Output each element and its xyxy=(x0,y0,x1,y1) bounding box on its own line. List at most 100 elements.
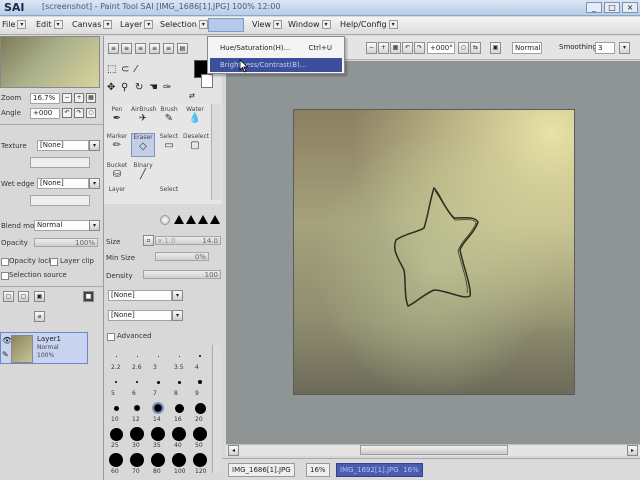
new-layer-button[interactable]: ▢ xyxy=(3,291,14,302)
menu-file[interactable]: File ▾ xyxy=(2,20,27,29)
rotate-left-button[interactable]: ↶ xyxy=(402,42,413,54)
clear-layer-button[interactable]: ⌀ xyxy=(34,311,45,322)
tool-hand-button[interactable]: ≡ xyxy=(108,43,119,54)
canvas-image[interactable] xyxy=(293,109,575,395)
nav-rotate-reset-button[interactable]: ○ xyxy=(86,108,96,118)
menu-item-hue-saturation[interactable]: Hue/Saturation(H)... Ctrl+U xyxy=(210,41,342,55)
swap-colors-icon[interactable]: ⇄ xyxy=(189,92,197,100)
brush-size-tip[interactable] xyxy=(177,380,181,384)
hand-icon[interactable]: ☚ xyxy=(149,82,158,93)
brush-size-tip[interactable] xyxy=(115,355,117,357)
brush-shape-triangle-icon[interactable] xyxy=(174,215,184,224)
tool-layer[interactable]: Layer xyxy=(105,186,129,210)
selection-source-checkbox[interactable] xyxy=(1,272,9,280)
angle-field[interactable]: +000° xyxy=(427,42,455,54)
size-slider[interactable]: x 1.0 14.0 xyxy=(155,236,221,245)
lasso-icon[interactable]: ⊂ xyxy=(121,64,129,75)
nav-zoom-in-button[interactable]: + xyxy=(74,93,84,103)
brush-size-tip[interactable] xyxy=(193,427,207,441)
wet-edge-select[interactable]: [None] xyxy=(37,178,89,189)
layer-clip-checkbox[interactable] xyxy=(50,258,58,266)
texture-dropdown-button[interactable]: ▾ xyxy=(89,140,100,151)
menu-filter[interactable]: Filter xyxy=(208,18,244,32)
brush-shape-dropdown-button[interactable]: ▾ xyxy=(172,310,183,321)
blend-mode-select[interactable]: Normal xyxy=(34,220,90,231)
brush-size-tip[interactable] xyxy=(193,453,207,467)
new-folder-button[interactable]: ▣ xyxy=(34,291,45,302)
tool-airbrush[interactable]: AirBrush ✈ xyxy=(131,106,157,130)
brush-texture-select[interactable]: [None] xyxy=(108,290,172,301)
brush-size-tip[interactable] xyxy=(151,427,165,441)
brush-size-tip[interactable] xyxy=(130,453,144,467)
move-icon[interactable]: ✥ xyxy=(107,82,115,93)
tool-align-button[interactable]: ≡ xyxy=(121,43,132,54)
nav-rotate-left-button[interactable]: ↶ xyxy=(62,108,72,118)
brush-size-tip[interactable] xyxy=(198,380,202,384)
blend-toggle-button[interactable]: ▣ xyxy=(490,42,501,54)
navigator-preview[interactable] xyxy=(0,36,100,88)
brush-size-tip[interactable] xyxy=(172,427,186,441)
select-rect-icon[interactable]: ⬚ xyxy=(107,64,116,75)
wet-edge-strength-bar[interactable] xyxy=(30,195,90,206)
menu-help-config[interactable]: Help/Config ▾ xyxy=(340,20,398,29)
brush-size-tip[interactable] xyxy=(172,453,186,467)
tool-pen[interactable]: Pen ✒ xyxy=(105,106,129,130)
brush-shape-select[interactable]: [None] xyxy=(108,310,172,321)
brush-size-tip[interactable] xyxy=(130,427,144,441)
menu-canvas[interactable]: Canvas ▾ xyxy=(72,20,113,29)
advanced-checkbox[interactable] xyxy=(107,333,115,341)
tool-bucket[interactable]: Bucket ⛁ xyxy=(105,162,129,186)
opacity-lock-checkbox[interactable] xyxy=(1,258,9,266)
brush-shape-triangle-icon[interactable] xyxy=(186,215,196,224)
brush-size-tip[interactable] xyxy=(151,453,165,467)
menu-edit[interactable]: Edit ▾ xyxy=(36,20,63,29)
brush-size-tip[interactable] xyxy=(109,453,123,467)
horizontal-scroll-thumb[interactable] xyxy=(360,445,508,455)
blend-mode-dropdown-button[interactable]: ▾ xyxy=(89,220,100,231)
rotate-icon[interactable]: ↻ xyxy=(135,82,143,93)
zoom-icon[interactable]: ⚲ xyxy=(121,82,128,93)
zoom-reset-button[interactable]: ▦ xyxy=(390,42,401,54)
brush-shape-triangle-icon[interactable] xyxy=(210,215,220,224)
brush-shape-soft-icon[interactable] xyxy=(160,215,170,225)
tool-select[interactable]: Select ▭ xyxy=(157,133,181,157)
brush-size-tip[interactable] xyxy=(136,355,138,357)
nav-zoom-out-button[interactable]: − xyxy=(62,93,72,103)
magic-wand-icon[interactable]: ⁄ xyxy=(135,64,137,75)
tool-grid-button[interactable]: ≡ xyxy=(135,43,146,54)
tool-eraser[interactable]: Eraser ◇ xyxy=(131,133,155,157)
delete-layer-button[interactable]: ■ xyxy=(83,291,94,302)
brush-size-tip[interactable] xyxy=(157,355,159,357)
tool-deselect[interactable]: Deselect ▢ xyxy=(183,133,209,157)
brush-size-tip[interactable] xyxy=(136,381,138,383)
density-slider[interactable]: 100 xyxy=(143,270,221,279)
tool-marker[interactable]: Marker ✏ xyxy=(105,133,129,157)
texture-select[interactable]: [None] xyxy=(37,140,89,151)
brush-shape-triangle-icon[interactable] xyxy=(198,215,208,224)
size-multiplier-button[interactable]: ▫ xyxy=(143,235,154,246)
min-size-slider[interactable]: 0% xyxy=(155,252,209,261)
brush-size-tip[interactable] xyxy=(109,427,123,441)
rotate-reset-button[interactable]: ○ xyxy=(458,42,469,54)
smoothing-select[interactable]: 3 xyxy=(595,42,615,54)
document-tab[interactable]: IMG_1686[1].JPG xyxy=(228,463,295,477)
zoom-in-button[interactable]: + xyxy=(378,42,389,54)
flip-button[interactable]: ⇆ xyxy=(470,42,481,54)
menu-view[interactable]: View ▾ xyxy=(252,20,282,29)
tool-brush[interactable]: Brush ✎ xyxy=(157,106,181,130)
tool-binary[interactable]: Binary ╱ xyxy=(131,162,155,186)
layer-item[interactable]: 👁 ✎ Layer1 Normal 100% xyxy=(0,332,88,364)
zoom-out-button[interactable]: − xyxy=(366,42,377,54)
eyedropper-icon[interactable]: ✑ xyxy=(163,82,171,93)
brush-size-tip[interactable] xyxy=(194,402,206,414)
document-tab-active[interactable]: IMG_1692[1].JPG 16% xyxy=(336,463,423,477)
smoothing-dropdown-button[interactable]: ▾ xyxy=(619,42,630,54)
secondary-color-swatch[interactable] xyxy=(201,74,213,88)
brush-size-tip[interactable] xyxy=(178,355,180,357)
brush-size-tip[interactable] xyxy=(115,381,117,383)
menu-layer[interactable]: Layer ▾ xyxy=(120,20,154,29)
nav-zoom-reset-button[interactable]: ▦ xyxy=(86,93,96,103)
tool-water[interactable]: Water 💧 xyxy=(183,106,207,130)
scroll-left-button[interactable]: ◂ xyxy=(228,445,239,456)
stabilizer-mode-select[interactable]: Normal xyxy=(512,42,542,54)
